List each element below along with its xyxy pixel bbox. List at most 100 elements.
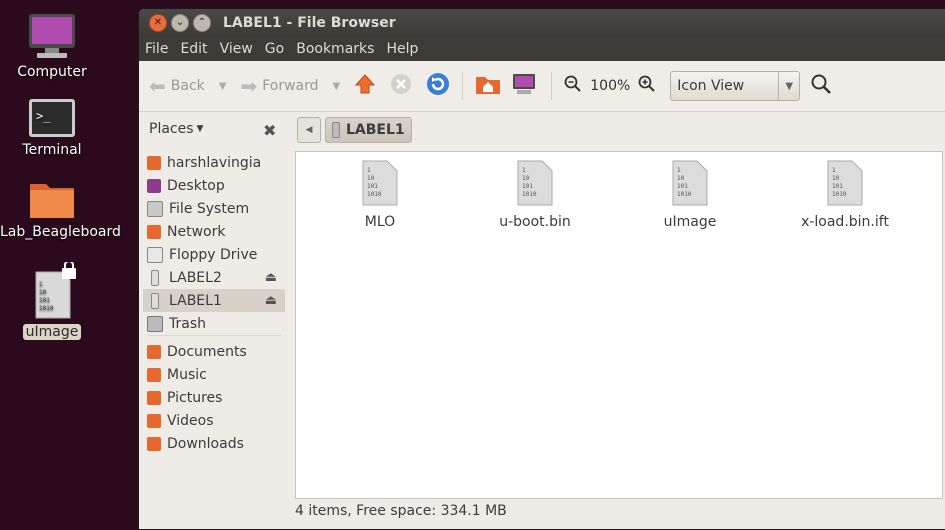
back-button[interactable]: ⬅ Back ▼ — [149, 74, 226, 98]
binary-file-icon: 1 10 101 1010 — [827, 160, 863, 206]
desktop-icon-label: uImage — [22, 324, 82, 340]
sidebar-item-file-system[interactable]: File System — [143, 197, 285, 220]
up-arrow-icon[interactable] — [354, 73, 376, 99]
view-mode-value: Icon View — [677, 78, 745, 94]
sidebar-item-label: Documents — [167, 343, 247, 360]
svg-text:101: 101 — [677, 183, 688, 190]
sidebar-item-label: Desktop — [167, 177, 225, 194]
window-title: LABEL1 - File Browser — [223, 15, 396, 31]
close-window-button[interactable]: ✕ — [149, 14, 167, 32]
svg-text:101: 101 — [522, 183, 533, 190]
sidebar-item-label: Network — [167, 223, 226, 240]
zoom-in-icon[interactable] — [638, 75, 656, 97]
desktop-icon-label: Lab_Beagleboard — [0, 224, 121, 240]
documents-folder-icon — [147, 344, 161, 359]
menu-help[interactable]: Help — [386, 41, 418, 57]
file-item[interactable]: 1 10 101 1010 x-load.bin.ift — [785, 160, 905, 230]
home-icon — [147, 155, 161, 170]
desktop-icon-label: Terminal — [22, 142, 82, 158]
search-icon[interactable] — [810, 73, 832, 99]
places-sidebar: harshlavingia Desktop File System Networ… — [143, 151, 285, 452]
binary-file-icon: 1 10 101 1010 — [362, 160, 398, 206]
breadcrumb: ◀ LABEL1 — [297, 117, 412, 143]
eject-icon[interactable]: ⏏ — [265, 270, 277, 285]
svg-text:10: 10 — [39, 289, 47, 296]
file-view[interactable]: 1 10 101 1010 MLO 1 10 101 1010 u-boot.b… — [295, 151, 943, 499]
folder-icon — [30, 184, 74, 218]
chevron-down-icon: ▼ — [196, 124, 204, 134]
menu-view[interactable]: View — [220, 41, 253, 57]
sidebar-item-music[interactable]: Music — [143, 363, 285, 386]
back-label: Back — [170, 78, 205, 94]
desktop-icon-lab-beagleboard[interactable]: Lab_Beagleboard — [0, 178, 121, 240]
sidebar-item-videos[interactable]: Videos — [143, 409, 285, 432]
places-label: Places — [149, 121, 194, 137]
sidebar-item-label2[interactable]: LABEL2 ⏏ — [143, 266, 285, 289]
forward-button[interactable]: ➡ Forward ▼ — [240, 74, 340, 98]
svg-text:1010: 1010 — [39, 305, 54, 312]
music-folder-icon — [147, 367, 161, 382]
desktop-icon-uimage[interactable]: 1 10 101 1010 uImage — [0, 260, 107, 340]
sidebar-item-label: Music — [167, 366, 207, 383]
file-name: x-load.bin.ift — [801, 214, 889, 230]
file-item[interactable]: 1 10 101 1010 u-boot.bin — [475, 160, 595, 230]
floppy-icon — [147, 246, 163, 263]
eject-icon[interactable]: ⏏ — [265, 293, 277, 308]
breadcrumb-label: LABEL1 — [346, 122, 405, 138]
pictures-folder-icon — [147, 390, 161, 405]
svg-text:1: 1 — [39, 281, 43, 288]
sidebar-item-label: LABEL2 — [169, 269, 222, 286]
reload-icon[interactable] — [426, 72, 450, 100]
desktop-icon-terminal[interactable]: >_ Terminal — [0, 98, 107, 158]
binary-file-icon: 1 10 101 1010 — [517, 160, 553, 206]
menu-edit[interactable]: Edit — [180, 41, 207, 57]
sidebar-item-label: Floppy Drive — [169, 246, 258, 263]
stop-icon[interactable] — [390, 73, 412, 99]
sidebar-item-label1[interactable]: LABEL1 ⏏ — [143, 289, 285, 312]
minimize-window-button[interactable]: ⌄ — [171, 14, 189, 32]
network-icon — [147, 224, 161, 239]
title-bar[interactable]: ✕ ⌄ ⌃ LABEL1 - File Browser — [139, 9, 945, 37]
desktop-icon — [147, 178, 161, 193]
usb-icon — [151, 292, 159, 309]
places-selector[interactable]: Places ▼ — [149, 121, 203, 137]
forward-arrow-icon: ➡ — [240, 74, 258, 98]
sidebar-item-desktop[interactable]: Desktop — [143, 174, 285, 197]
svg-text:1: 1 — [522, 167, 526, 174]
zoom-out-icon[interactable] — [564, 75, 582, 97]
back-history-dropdown-icon[interactable]: ▼ — [219, 81, 227, 92]
computer-icon[interactable] — [511, 73, 537, 99]
sidebar-item-home[interactable]: harshlavingia — [143, 151, 285, 174]
maximize-window-button[interactable]: ⌃ — [193, 14, 211, 32]
sidebar-item-pictures[interactable]: Pictures — [143, 386, 285, 409]
usb-drive-icon — [332, 122, 340, 138]
sidebar-item-trash[interactable]: Trash — [143, 312, 285, 335]
menu-file[interactable]: File — [145, 41, 168, 57]
status-bar-text: 4 items, Free space: 334.1 MB — [295, 503, 507, 519]
file-item[interactable]: 1 10 101 1010 uImage — [630, 160, 750, 230]
breadcrumb-left-icon[interactable]: ◀ — [297, 117, 321, 143]
sidebar-item-floppy-drive[interactable]: Floppy Drive — [143, 243, 285, 266]
svg-text:1: 1 — [367, 167, 371, 174]
sidebar-item-label: Videos — [167, 412, 214, 429]
sidebar-item-downloads[interactable]: Downloads — [143, 432, 285, 455]
trash-icon — [147, 315, 163, 332]
close-sidebar-icon[interactable]: ✖ — [263, 121, 276, 140]
usb-icon — [151, 269, 159, 286]
svg-text:>_: >_ — [36, 109, 51, 123]
sidebar-item-label: LABEL1 — [169, 292, 222, 309]
home-folder-icon[interactable] — [475, 73, 501, 99]
sidebar-item-network[interactable]: Network — [143, 220, 285, 243]
forward-history-dropdown-icon[interactable]: ▼ — [333, 81, 341, 92]
menu-bookmarks[interactable]: Bookmarks — [296, 41, 374, 57]
sidebar-item-documents[interactable]: Documents — [143, 340, 285, 363]
desktop-icon-label: Computer — [17, 64, 87, 80]
chevron-down-icon: ▼ — [778, 72, 799, 100]
breadcrumb-label1[interactable]: LABEL1 — [325, 117, 412, 143]
svg-text:101: 101 — [39, 297, 50, 304]
file-item[interactable]: 1 10 101 1010 MLO — [320, 160, 440, 230]
menu-go[interactable]: Go — [265, 41, 284, 57]
desktop-icon-computer[interactable]: Computer — [0, 12, 107, 80]
view-mode-select[interactable]: Icon View ▼ — [670, 71, 801, 101]
toolbar-separator — [462, 72, 464, 100]
